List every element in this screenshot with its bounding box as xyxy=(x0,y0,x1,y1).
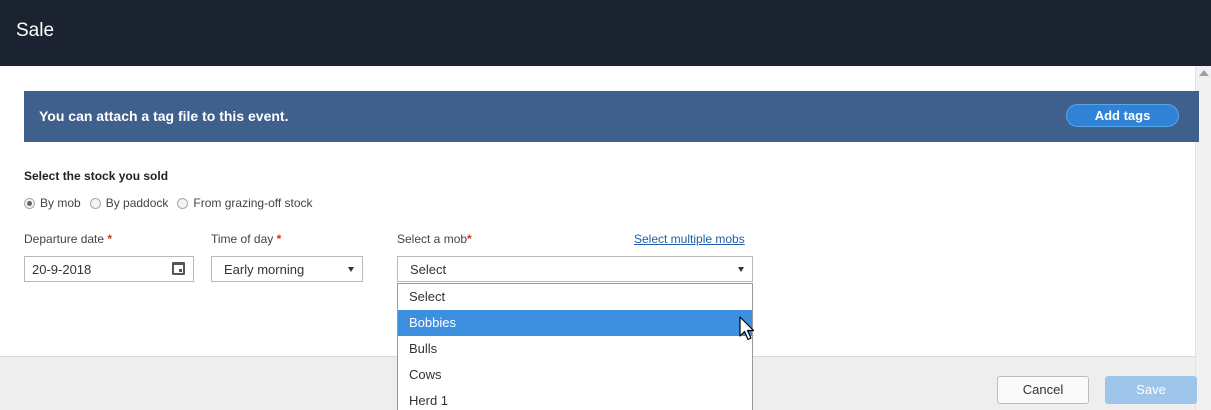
select-mob-label: Select a mob* xyxy=(397,232,472,246)
mob-select-value: Select xyxy=(410,262,447,277)
banner-message: You can attach a tag file to this event. xyxy=(39,108,289,124)
time-of-day-label: Time of day * xyxy=(211,232,282,246)
tag-file-banner: You can attach a tag file to this event.… xyxy=(24,91,1199,142)
required-mark: * xyxy=(276,232,282,246)
dropdown-option-cows[interactable]: Cows xyxy=(398,362,752,388)
save-button[interactable]: Save xyxy=(1105,376,1197,404)
mob-dropdown-list[interactable]: Select Bobbies Bulls Cows Herd 1 xyxy=(397,283,753,410)
page-title: Sale xyxy=(16,20,55,41)
radio-label-by-paddock: By paddock xyxy=(105,196,169,210)
chevron-down-icon xyxy=(738,267,744,272)
cancel-button[interactable]: Cancel xyxy=(997,376,1089,404)
departure-date-input[interactable]: 20-9-2018 xyxy=(24,256,194,282)
dropdown-option-select[interactable]: Select xyxy=(398,284,752,310)
radio-by-paddock[interactable]: By paddock xyxy=(89,196,169,210)
stock-section-label: Select the stock you sold xyxy=(24,169,169,183)
radio-unchecked-icon[interactable] xyxy=(89,197,101,209)
radio-by-mob[interactable]: By mob xyxy=(24,196,81,210)
calendar-icon[interactable] xyxy=(172,262,185,275)
window-header: Sale xyxy=(0,0,1211,66)
radio-checked-icon[interactable] xyxy=(24,197,35,209)
required-mark: * xyxy=(467,232,472,246)
radio-label-grazing-off: From grazing-off stock xyxy=(193,196,313,210)
departure-date-label: Departure date * xyxy=(24,232,113,246)
chevron-down-icon xyxy=(348,267,354,272)
add-tags-button[interactable]: Add tags xyxy=(1066,104,1179,127)
radio-unchecked-icon[interactable] xyxy=(177,197,189,209)
scroll-up-arrow-icon[interactable] xyxy=(1199,70,1209,76)
radio-label-by-mob: By mob xyxy=(40,196,81,210)
dropdown-option-bulls[interactable]: Bulls xyxy=(398,336,752,362)
dropdown-option-bobbies[interactable]: Bobbies xyxy=(398,310,752,336)
dropdown-option-herd-1[interactable]: Herd 1 xyxy=(398,388,752,410)
mouse-cursor-icon xyxy=(739,316,755,341)
select-multiple-mobs-link[interactable]: Select multiple mobs xyxy=(634,232,745,246)
stock-radio-group: By mob By paddock From grazing-off stock xyxy=(24,196,322,210)
time-of-day-select[interactable]: Early morning xyxy=(211,256,363,282)
mob-select[interactable]: Select xyxy=(397,256,753,282)
departure-date-value: 20-9-2018 xyxy=(32,262,92,277)
required-mark: * xyxy=(107,232,113,246)
time-of-day-value: Early morning xyxy=(224,262,305,277)
radio-grazing-off[interactable]: From grazing-off stock xyxy=(177,196,313,210)
